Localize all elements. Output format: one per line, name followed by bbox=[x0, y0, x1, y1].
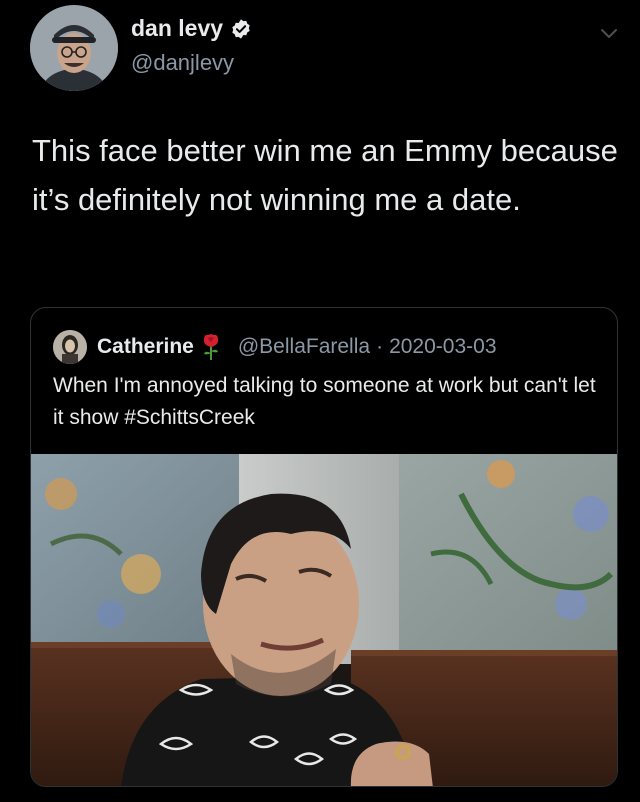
tweet: dan levy @danjlevy This face better win … bbox=[0, 0, 640, 802]
author-display-name[interactable]: dan levy bbox=[131, 15, 223, 42]
author-name-row: dan levy bbox=[131, 15, 252, 42]
quoted-tweet-date: 2020-03-03 bbox=[389, 335, 497, 358]
quoted-tweet-card[interactable]: Catherine @BellaFarella · 2020-03-03 Whe… bbox=[30, 307, 618, 787]
quoted-tweet-image[interactable] bbox=[31, 454, 617, 786]
quoted-tweet-text: When I'm annoyed talking to someone at w… bbox=[53, 374, 596, 429]
author-avatar[interactable] bbox=[30, 5, 118, 91]
quoted-author-handle: @BellaFarella bbox=[237, 335, 371, 358]
rose-icon bbox=[200, 333, 222, 361]
quoted-author-avatar bbox=[53, 330, 87, 364]
separator-dot: · bbox=[376, 335, 384, 358]
verified-badge-icon bbox=[230, 18, 252, 40]
author-handle[interactable]: @danjlevy bbox=[131, 50, 234, 76]
author-avatar-image bbox=[30, 5, 118, 91]
chevron-down-icon[interactable] bbox=[598, 22, 620, 44]
quoted-tweet-header: Catherine @BellaFarella · 2020-03-03 bbox=[53, 330, 497, 364]
tweet-text: This face better win me an Emmy because … bbox=[32, 133, 618, 217]
quoted-author-name: Catherine bbox=[97, 335, 194, 358]
